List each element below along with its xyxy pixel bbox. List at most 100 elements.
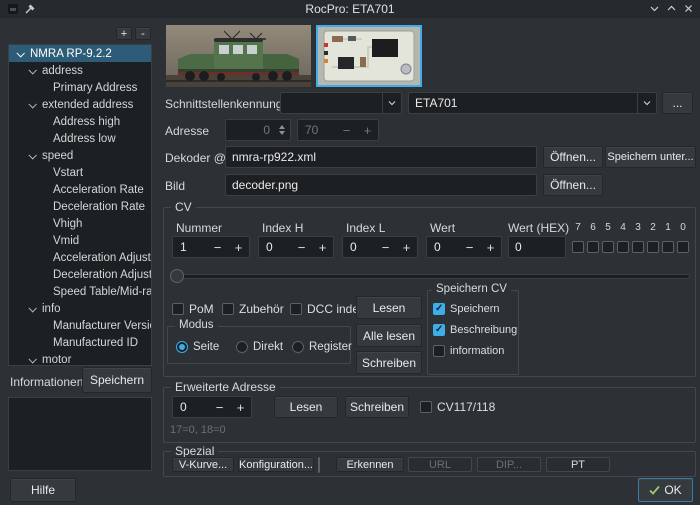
- cv-wert-spinbox[interactable]: 0 − +: [426, 236, 502, 258]
- checkbox-box[interactable]: [433, 303, 445, 315]
- modus-direkt-radio[interactable]: Direkt: [236, 340, 283, 354]
- konfiguration-button[interactable]: Konfiguration...: [238, 457, 314, 472]
- cv-nummer-spinbox[interactable]: 1 − +: [172, 236, 250, 258]
- bit3-checkbox[interactable]: [632, 241, 644, 253]
- cv-value-slider[interactable]: [170, 269, 690, 283]
- v-kurve-button[interactable]: V-Kurve...: [172, 457, 234, 472]
- modus-seite-radio[interactable]: Seite: [176, 340, 219, 354]
- decrement-button[interactable]: −: [459, 240, 480, 255]
- hilfe-button[interactable]: Hilfe: [10, 478, 76, 502]
- cv-index-h-spinbox[interactable]: 0 − +: [258, 236, 334, 258]
- add-node-button[interactable]: +: [116, 27, 132, 40]
- increment-button[interactable]: +: [396, 240, 417, 255]
- decrement-button[interactable]: −: [209, 400, 230, 415]
- adresse-spinbox[interactable]: 0: [225, 119, 291, 141]
- tree-item-extended-address[interactable]: extended address: [9, 96, 151, 113]
- bit1-checkbox[interactable]: [662, 241, 674, 253]
- decrement-button[interactable]: −: [336, 123, 357, 138]
- decrement-button[interactable]: −: [291, 240, 312, 255]
- radio-button[interactable]: [176, 341, 188, 353]
- tree-item-motor[interactable]: motor: [9, 351, 151, 366]
- radio-button[interactable]: [292, 341, 304, 353]
- checkbox-box[interactable]: [290, 303, 302, 315]
- increment-button[interactable]: +: [230, 400, 251, 415]
- cv-index-l-spinbox[interactable]: 0 − +: [342, 236, 418, 258]
- tree-item-info[interactable]: info: [9, 300, 151, 317]
- modus-register-radio[interactable]: Register: [292, 340, 352, 354]
- slider-track[interactable]: [170, 274, 690, 279]
- checkbox-box[interactable]: [172, 303, 184, 315]
- tree-item-primary-address[interactable]: Primary Address: [9, 79, 151, 96]
- tree-item-acceleration-adjustment[interactable]: Acceleration Adjustme: [9, 249, 151, 266]
- maximize-icon[interactable]: [665, 2, 678, 15]
- konfiguration-checkbox[interactable]: [318, 457, 320, 473]
- bit2-checkbox[interactable]: [647, 241, 659, 253]
- bit7-checkbox[interactable]: [572, 241, 584, 253]
- information-checkbox[interactable]: information: [433, 344, 504, 358]
- informationen-textarea[interactable]: [8, 397, 152, 471]
- decrement-button[interactable]: −: [207, 240, 228, 255]
- lesen-button[interactable]: Lesen: [356, 296, 422, 319]
- interface-combobox[interactable]: [280, 92, 402, 114]
- decrement-button[interactable]: −: [375, 240, 396, 255]
- increment-button[interactable]: +: [228, 240, 249, 255]
- remove-node-button[interactable]: -: [135, 27, 151, 40]
- tree-item-vhigh[interactable]: Vhigh: [9, 215, 151, 232]
- tree-item-speed[interactable]: speed: [9, 147, 151, 164]
- speichern-unter-button[interactable]: Speichern unter...: [605, 146, 696, 168]
- checkbox-box[interactable]: [420, 401, 432, 413]
- increment-button[interactable]: +: [357, 123, 378, 138]
- tree-item-address-low[interactable]: Address low: [9, 130, 151, 147]
- checkbox-box[interactable]: [433, 324, 445, 336]
- beschreibung-checkbox[interactable]: Beschreibung: [433, 323, 517, 337]
- more-button[interactable]: ...: [662, 92, 693, 114]
- decoder-combobox[interactable]: ETA701: [408, 92, 657, 114]
- decoder-image[interactable]: [316, 25, 422, 87]
- speichern-button[interactable]: Speichern: [82, 367, 152, 393]
- dekoder-file-input[interactable]: nmra-rp922.xml: [225, 146, 537, 168]
- bild-oeffnen-button[interactable]: Öffnen...: [543, 174, 603, 196]
- dcc-index-checkbox[interactable]: DCC index: [290, 302, 365, 316]
- tree-item-manufacturer-version[interactable]: Manufacturer Version: [9, 317, 151, 334]
- dekoder-oeffnen-button[interactable]: Öffnen...: [543, 146, 603, 168]
- checkbox-box[interactable]: [433, 345, 445, 357]
- tree-item-acceleration-rate[interactable]: Acceleration Rate: [9, 181, 151, 198]
- schreiben-button[interactable]: Schreiben: [356, 351, 422, 374]
- radio-button[interactable]: [236, 341, 248, 353]
- speichern-cv-checkbox[interactable]: Speichern: [433, 302, 500, 316]
- bit4-checkbox[interactable]: [617, 241, 629, 253]
- alle-lesen-button[interactable]: Alle lesen: [356, 324, 422, 347]
- minimize-icon[interactable]: [648, 2, 661, 15]
- tree-item-vstart[interactable]: Vstart: [9, 164, 151, 181]
- tree-item-vmid[interactable]: Vmid: [9, 232, 151, 249]
- increment-button[interactable]: +: [480, 240, 501, 255]
- bit5-checkbox[interactable]: [602, 241, 614, 253]
- zubehoer-checkbox[interactable]: Zubehör: [222, 302, 284, 316]
- tree-item-address-high[interactable]: Address high: [9, 113, 151, 130]
- close-icon[interactable]: [682, 2, 695, 15]
- tree-item-deceleration-rate[interactable]: Deceleration Rate: [9, 198, 151, 215]
- erweiterte-lesen-button[interactable]: Lesen: [274, 396, 338, 418]
- locomotive-image[interactable]: [166, 25, 311, 87]
- bit0-checkbox[interactable]: [677, 241, 689, 253]
- tree-item-deceleration-adjustment[interactable]: Deceleration Adjustme: [9, 266, 151, 283]
- tree-item-manufactured-id[interactable]: Manufactured ID: [9, 334, 151, 351]
- pt-button[interactable]: PT: [546, 457, 610, 472]
- pom-checkbox[interactable]: PoM: [172, 302, 214, 316]
- erweiterte-adresse-spinbox[interactable]: 0 − +: [172, 396, 252, 418]
- spin-arrows-icon[interactable]: [274, 124, 290, 136]
- tree-item-address[interactable]: address: [9, 62, 151, 79]
- cv117-118-checkbox[interactable]: CV117/118: [420, 400, 495, 414]
- pin-icon[interactable]: [23, 3, 36, 16]
- checkbox-box[interactable]: [222, 303, 234, 315]
- cv-tree[interactable]: NMRA RP-9.2.2 address Primary Address ex…: [8, 44, 152, 366]
- adresse2-spinbox[interactable]: 70 − +: [297, 119, 379, 141]
- erkennen-button[interactable]: Erkennen: [336, 457, 404, 472]
- increment-button[interactable]: +: [312, 240, 333, 255]
- cv-wert-hex-input[interactable]: 0: [508, 236, 566, 258]
- erweiterte-schreiben-button[interactable]: Schreiben: [345, 396, 409, 418]
- tree-item-speed-table[interactable]: Speed Table/Mid-range: [9, 283, 151, 300]
- tree-item-nmra[interactable]: NMRA RP-9.2.2: [9, 45, 151, 62]
- bild-file-input[interactable]: decoder.png: [225, 174, 537, 196]
- ok-button[interactable]: OK: [638, 478, 693, 502]
